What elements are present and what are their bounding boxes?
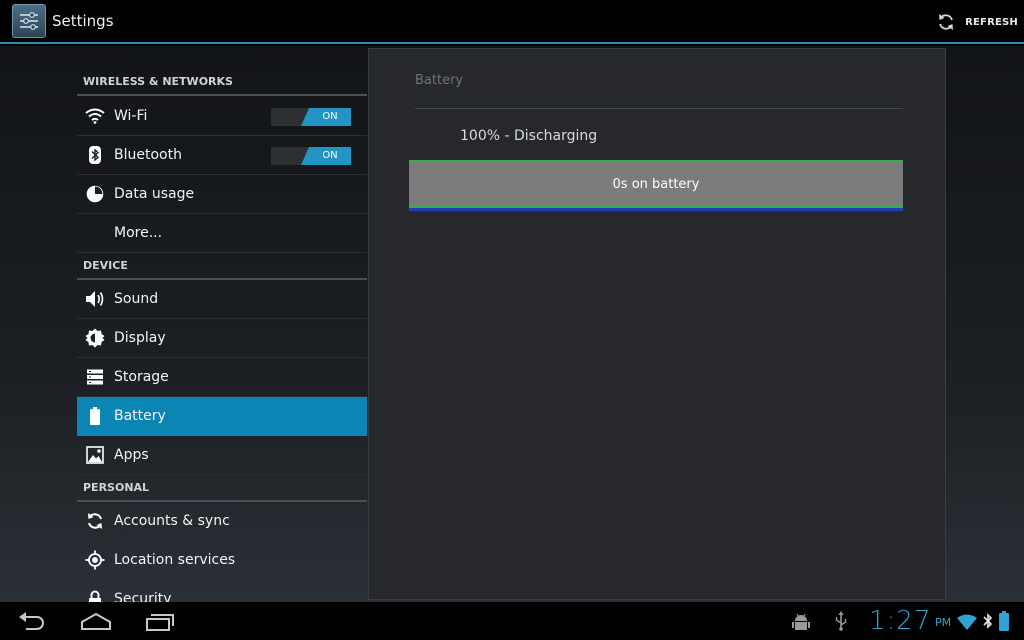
settings-item-location[interactable]: Location services (77, 541, 367, 580)
battery-history-graph[interactable]: 0s on battery (409, 160, 903, 212)
status-wifi-icon (957, 614, 977, 634)
settings-item-accounts-sync[interactable]: Accounts & sync (77, 502, 367, 541)
speaker-icon (85, 289, 105, 309)
android-debug-icon (792, 612, 810, 636)
system-bar: 1:27 PM (0, 602, 1024, 640)
status-battery-icon (998, 611, 1010, 635)
action-bar: Settings REFRESH (0, 0, 1024, 44)
graph-fill: 0s on battery (409, 162, 903, 206)
app-title: Settings (52, 12, 114, 30)
settings-item-label: Apps (114, 447, 149, 463)
settings-item-label: Sound (114, 291, 159, 307)
graph-label: 0s on battery (612, 176, 700, 192)
settings-item-data-usage[interactable]: Data usage (77, 175, 367, 214)
settings-item-label: Location services (114, 552, 236, 568)
refresh-label: REFRESH (965, 16, 1018, 28)
battery-icon (85, 406, 105, 426)
settings-item-label: Bluetooth (114, 147, 182, 163)
back-icon (19, 612, 44, 630)
location-icon (85, 550, 105, 570)
bluetooth-toggle-state: ON (301, 147, 351, 165)
bluetooth-toggle[interactable]: ON (271, 147, 351, 165)
settings-item-label: Battery (114, 408, 166, 424)
wifi-icon (85, 106, 105, 126)
wifi-toggle-state: ON (301, 108, 351, 126)
battery-detail-pane: Battery 100% - Discharging 0s on battery (368, 48, 946, 600)
apps-icon (85, 445, 105, 465)
settings-list[interactable]: WIRELESS & NETWORKS Wi-Fi ON Bluetooth O… (77, 46, 367, 602)
home-icon (81, 612, 111, 630)
status-clock-ampm: PM (935, 616, 952, 629)
recent-apps-icon (146, 614, 174, 631)
settings-item-label: Accounts & sync (114, 513, 230, 529)
pane-divider (415, 108, 903, 109)
section-header-personal: PERSONAL (77, 480, 367, 502)
back-button[interactable] (18, 611, 46, 633)
main-area: WIRELESS & NETWORKS Wi-Fi ON Bluetooth O… (0, 46, 1024, 602)
section-header-wireless: WIRELESS & NETWORKS (77, 74, 367, 96)
settings-item-bluetooth[interactable]: Bluetooth ON (77, 136, 367, 175)
status-bluetooth-icon (982, 612, 994, 634)
lock-icon (85, 589, 105, 602)
settings-item-wifi[interactable]: Wi-Fi ON (77, 97, 367, 136)
recent-apps-button[interactable] (145, 611, 175, 633)
settings-item-more[interactable]: More... (77, 214, 367, 253)
sync-icon (85, 511, 105, 531)
refresh-icon (939, 14, 954, 30)
settings-item-label: Security (114, 591, 172, 602)
settings-item-label: Display (114, 330, 166, 346)
battery-status-text: 100% - Discharging (460, 128, 598, 144)
bluetooth-icon (85, 145, 105, 165)
settings-item-sound[interactable]: Sound (77, 280, 367, 319)
settings-item-security[interactable]: Security (77, 580, 367, 602)
settings-item-label: More... (114, 225, 163, 241)
refresh-button[interactable]: REFRESH (936, 10, 1018, 34)
pane-title: Battery (415, 73, 464, 88)
settings-item-storage[interactable]: Storage (77, 358, 367, 397)
brightness-icon (85, 328, 105, 348)
settings-item-display[interactable]: Display (77, 319, 367, 358)
usb-icon (834, 611, 848, 635)
settings-item-apps[interactable]: Apps (77, 436, 367, 475)
settings-item-label: Storage (114, 369, 169, 385)
graph-awake-line (409, 208, 903, 211)
storage-icon (85, 367, 105, 387)
section-header-device: DEVICE (77, 258, 367, 280)
settings-item-label: Wi-Fi (114, 108, 148, 124)
home-button[interactable] (80, 611, 112, 633)
settings-app-icon[interactable] (12, 4, 46, 38)
settings-item-battery[interactable]: Battery (77, 397, 367, 436)
settings-item-label: Data usage (114, 186, 195, 202)
pie-chart-icon (85, 184, 105, 204)
wifi-toggle[interactable]: ON (271, 108, 351, 126)
status-clock[interactable]: 1:27 (869, 606, 931, 636)
